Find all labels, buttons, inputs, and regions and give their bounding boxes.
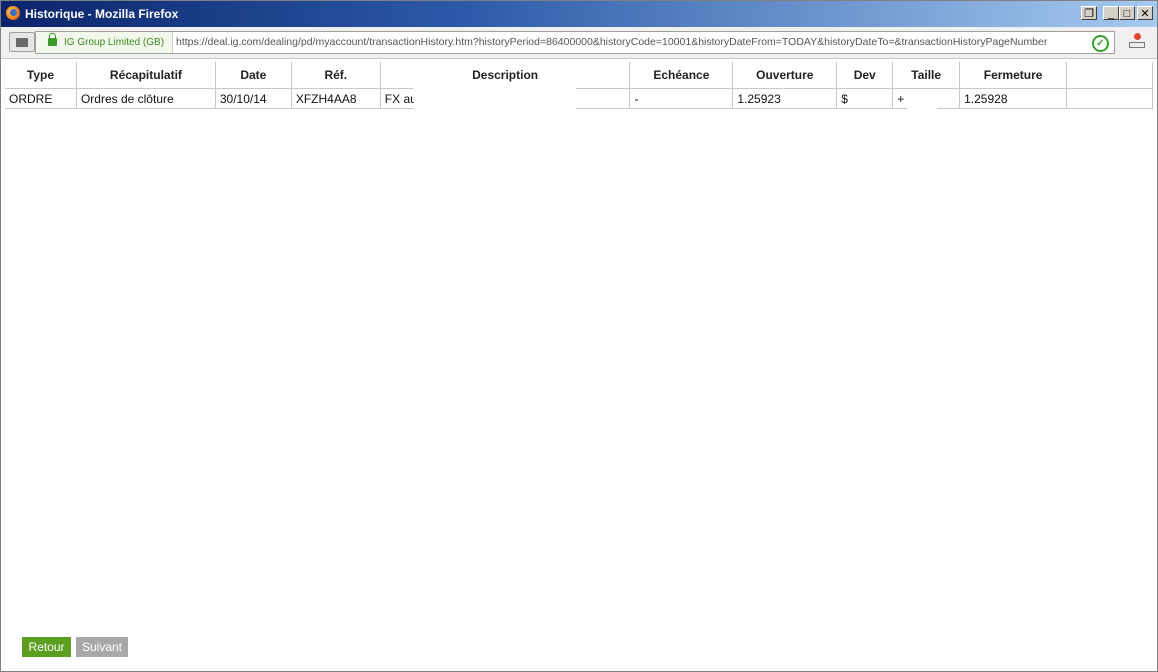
secure-check-icon[interactable]: ✓ xyxy=(1092,35,1109,52)
cell-extra xyxy=(1066,88,1153,109)
column-header-type: Type xyxy=(5,62,77,89)
title-bar: Historique - Mozilla Firefox ❐ _ □ ✕ xyxy=(1,1,1157,27)
column-header-size: Taille xyxy=(892,62,961,89)
column-header-opening: Ouverture xyxy=(732,62,838,89)
column-header-description: Description xyxy=(380,62,631,89)
cell-summary: Ordres de clôture xyxy=(76,88,216,109)
redaction-mask xyxy=(414,87,576,109)
page-content: Type Récapitulatif Date Réf. Description… xyxy=(5,62,1153,668)
transaction-history-table: Type Récapitulatif Date Réf. Description… xyxy=(5,62,1153,109)
table-header-row: Type Récapitulatif Date Réf. Description… xyxy=(5,62,1153,89)
cell-ref: XFZH4AA8 xyxy=(291,88,381,109)
column-header-currency: Dev xyxy=(836,62,894,89)
cell-closing: 1.25928 xyxy=(959,88,1068,109)
restore-window-button[interactable]: ❐ xyxy=(1081,6,1097,20)
maximize-button[interactable]: □ xyxy=(1119,6,1135,20)
redaction-mask xyxy=(907,92,937,111)
site-identity-label: IG Group Limited (GB) xyxy=(64,37,165,48)
notification-icon[interactable] xyxy=(1129,33,1145,49)
tab-groups-icon[interactable] xyxy=(9,32,35,52)
back-button[interactable]: Retour xyxy=(22,637,71,657)
column-header-extra xyxy=(1066,62,1153,89)
navigation-bar: IG Group Limited (GB) https://deal.ig.co… xyxy=(1,27,1157,59)
column-header-expiry: Echéance xyxy=(629,62,734,89)
column-header-date: Date xyxy=(215,62,292,89)
cell-opening: 1.25923 xyxy=(732,88,838,109)
table-row[interactable]: ORDRE Ordres de clôture 30/10/14 XFZH4AA… xyxy=(5,88,1153,109)
browser-window: Historique - Mozilla Firefox ❐ _ □ ✕ IG … xyxy=(0,0,1158,672)
cell-date: 30/10/14 xyxy=(215,88,292,109)
window-title: Historique - Mozilla Firefox xyxy=(25,7,179,21)
cell-expiry: - xyxy=(629,88,734,109)
cell-currency: $ xyxy=(836,88,894,109)
site-identity[interactable]: IG Group Limited (GB) xyxy=(36,32,173,53)
column-header-ref: Réf. xyxy=(291,62,381,89)
column-header-closing: Fermeture xyxy=(959,62,1068,89)
minimize-button[interactable]: _ xyxy=(1103,6,1119,20)
firefox-logo-icon xyxy=(6,6,20,20)
column-header-summary: Récapitulatif xyxy=(76,62,216,89)
next-button[interactable]: Suivant xyxy=(76,637,128,657)
lock-icon xyxy=(48,33,57,46)
url-bar[interactable]: IG Group Limited (GB) https://deal.ig.co… xyxy=(35,31,1115,54)
close-button[interactable]: ✕ xyxy=(1137,6,1153,20)
cell-type: ORDRE xyxy=(5,88,77,109)
url-text[interactable]: https://deal.ig.com/dealing/pd/myaccount… xyxy=(176,32,1091,53)
